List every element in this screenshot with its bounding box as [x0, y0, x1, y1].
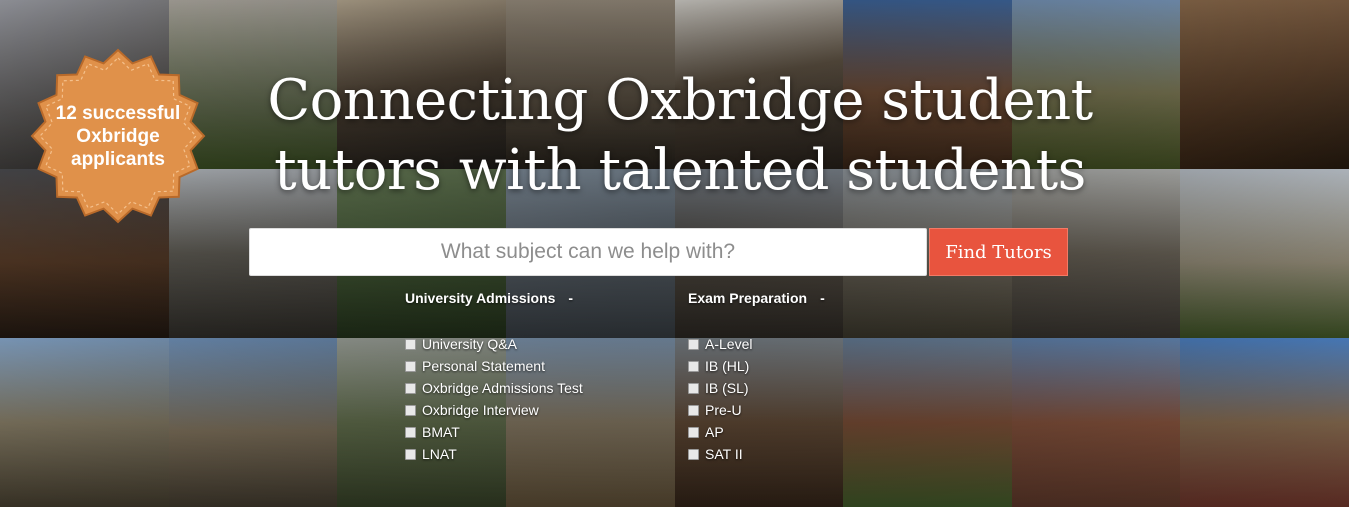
university-admissions-checkbox-item[interactable]: Oxbridge Interview	[405, 399, 583, 421]
checkbox-label: Personal Statement	[422, 358, 545, 374]
exam-preparation-checkbox-item[interactable]: AP	[688, 421, 825, 443]
subject-search-input[interactable]	[249, 228, 927, 276]
university-admissions-checkbox-item[interactable]: LNAT	[405, 443, 583, 465]
checkbox[interactable]	[405, 404, 416, 416]
checkbox[interactable]	[688, 360, 699, 372]
university-admissions-checkbox-item[interactable]: Personal Statement	[405, 355, 583, 377]
checkbox[interactable]	[688, 404, 699, 416]
checkbox-label: AP	[705, 424, 724, 440]
checkbox[interactable]	[688, 426, 699, 438]
checkbox-label: Oxbridge Admissions Test	[422, 380, 583, 396]
university-admissions-filter: University Admissions - University Q&A Pe…	[405, 289, 583, 465]
university-admissions-checkbox-item[interactable]: Oxbridge Admissions Test	[405, 377, 583, 399]
exam-preparation-checkbox-item[interactable]: A-Level	[688, 333, 825, 355]
checkbox[interactable]	[405, 360, 416, 372]
checkbox[interactable]	[688, 338, 699, 350]
checkbox-label: A-Level	[705, 336, 753, 352]
checkbox[interactable]	[688, 382, 699, 394]
checkbox-label: University Q&A	[422, 336, 517, 352]
filter-heading-label: Exam Preparation	[688, 290, 808, 306]
find-tutors-button[interactable]: Find Tutors	[929, 228, 1068, 276]
exam-preparation-checkbox-item[interactable]: IB (HL)	[688, 355, 825, 377]
checkbox-label: Oxbridge Interview	[422, 402, 539, 418]
checkbox[interactable]	[405, 426, 416, 438]
university-admissions-list: University Q&A Personal Statement Oxbridge…	[405, 333, 583, 465]
collapse-toggle[interactable]: -	[568, 289, 573, 307]
checkbox-label: IB (HL)	[705, 358, 750, 374]
exam-preparation-heading[interactable]: Exam Preparation -	[688, 289, 825, 307]
exam-preparation-checkbox-item[interactable]: SAT II	[688, 443, 825, 465]
hero-title: Connecting Oxbridge student tutors with …	[267, 68, 1093, 203]
checkbox[interactable]	[688, 448, 699, 460]
checkbox[interactable]	[405, 448, 416, 460]
university-admissions-checkbox-item[interactable]: BMAT	[405, 421, 583, 443]
exam-preparation-checkbox-item[interactable]: Pre-U	[688, 399, 825, 421]
checkbox-label: IB (SL)	[705, 380, 749, 396]
filter-heading-label: University Admissions	[405, 290, 556, 306]
exam-preparation-checkbox-item[interactable]: IB (SL)	[688, 377, 825, 399]
checkbox[interactable]	[405, 382, 416, 394]
checkbox-label: LNAT	[422, 446, 457, 462]
exam-preparation-filter: Exam Preparation - A-Level IB (HL) IB (SL)…	[688, 289, 825, 465]
checkbox[interactable]	[405, 338, 416, 350]
checkbox-label: Pre-U	[705, 402, 742, 418]
success-badge: 12 successful Oxbridge applicants	[30, 48, 206, 224]
university-admissions-checkbox-item[interactable]: University Q&A	[405, 333, 583, 355]
badge-text: 12 successful Oxbridge applicants	[55, 102, 181, 170]
exam-preparation-list: A-Level IB (HL) IB (SL) Pre-U AP SAT II	[688, 333, 825, 465]
checkbox-label: SAT II	[705, 446, 743, 462]
collapse-toggle[interactable]: -	[820, 289, 825, 307]
checkbox-label: BMAT	[422, 424, 460, 440]
university-admissions-heading[interactable]: University Admissions -	[405, 289, 583, 307]
